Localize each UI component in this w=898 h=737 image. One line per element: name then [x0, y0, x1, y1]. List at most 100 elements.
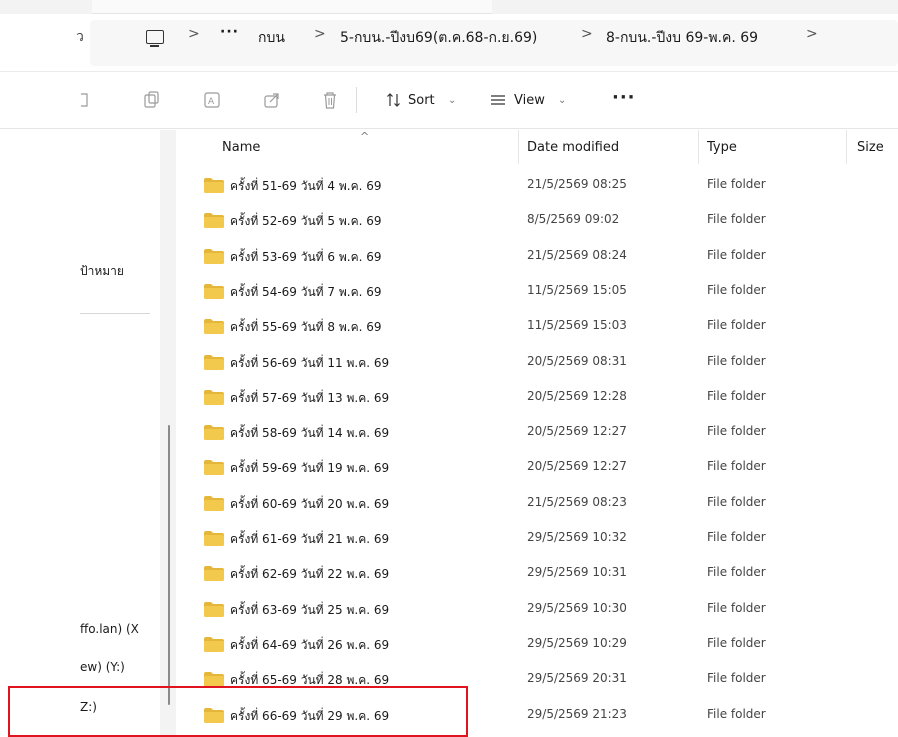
- folder-name: ครั้งที่ 54-69 วันที่ 7 พ.ค. 69: [230, 284, 382, 299]
- item-type: File folder: [707, 565, 766, 580]
- tab-strip: [92, 0, 492, 14]
- folder-icon: [204, 566, 224, 582]
- folder-row[interactable]: ครั้งที่ 55-69 วันที่ 8 พ.ค. 69 11/5/2569…: [176, 311, 898, 340]
- item-type: File folder: [707, 600, 766, 615]
- column-divider[interactable]: [846, 130, 847, 164]
- folder-name: ครั้งที่ 61-69 วันที่ 21 พ.ค. 69: [230, 532, 390, 546]
- item-type: File folder: [707, 706, 766, 721]
- folder-icon: [204, 178, 224, 193]
- folder-name: ครั้งที่ 52-69 วันที่ 5 พ.ค. 69: [230, 214, 382, 229]
- item-type: File folder: [707, 353, 766, 368]
- folder-row[interactable]: ครั้งที่ 52-69 วันที่ 5 พ.ค. 69 8/5/2569 …: [176, 205, 898, 234]
- folder-row[interactable]: ครั้งที่ 63-69 วันที่ 25 พ.ค. 69 29/5/256…: [176, 594, 898, 623]
- folder-name: ครั้งที่ 55-69 วันที่ 8 พ.ค. 69: [230, 320, 382, 335]
- date-modified: 20/5/2569 12:27: [527, 459, 627, 474]
- date-modified: 20/5/2569 12:28: [527, 388, 627, 403]
- folder-name: ครั้งที่ 58-69 วันที่ 14 พ.ค. 69: [230, 426, 390, 441]
- folder-icon: [204, 389, 224, 405]
- folder-row[interactable]: ครั้งที่ 64-69 วันที่ 26 พ.ค. 69 29/5/256…: [176, 629, 898, 658]
- highlight-box: [8, 686, 468, 737]
- folder-row[interactable]: ครั้งที่ 51-69 วันที่ 4 พ.ค. 69 21/5/2569…: [176, 170, 898, 199]
- folder-icon: [204, 636, 224, 652]
- folder-row[interactable]: ครั้งที่ 62-69 วันที่ 22 พ.ค. 69 29/5/256…: [176, 558, 898, 587]
- item-type: File folder: [707, 318, 766, 333]
- column-header-size[interactable]: Size: [857, 140, 884, 155]
- item-type: File folder: [707, 671, 766, 686]
- column-header-type[interactable]: Type: [707, 140, 737, 155]
- folder-icon: [204, 354, 224, 370]
- item-type: File folder: [707, 459, 766, 474]
- folder-row[interactable]: ครั้งที่ 57-69 วันที่ 13 พ.ค. 69 20/5/256…: [176, 382, 898, 411]
- refresh-icon[interactable]: ว: [76, 26, 84, 48]
- view-icon[interactable]: [490, 91, 506, 109]
- folder-row[interactable]: ครั้งที่ 53-69 วันที่ 6 พ.ค. 69 21/5/2569…: [176, 241, 898, 270]
- delete-icon[interactable]: [322, 91, 338, 109]
- folder-icon: [204, 601, 224, 617]
- share-icon[interactable]: [264, 91, 280, 109]
- column-header-date[interactable]: Date modified: [527, 140, 619, 155]
- folder-icon: [204, 248, 224, 264]
- sort-ascending-icon: ^: [360, 130, 370, 143]
- rename-icon[interactable]: A: [204, 91, 220, 109]
- chevron-down-icon: ⌄: [448, 95, 457, 106]
- folder-name: ครั้งที่ 63-69 วันที่ 25 พ.ค. 69: [230, 602, 390, 617]
- sort-icon[interactable]: [386, 91, 402, 109]
- folder-row[interactable]: ครั้งที่ 61-69 วันที่ 21 พ.ค. 69 29/5/256…: [176, 523, 898, 552]
- this-pc-icon[interactable]: [146, 30, 164, 47]
- copy-icon[interactable]: [144, 91, 160, 109]
- nav-item-drive-y[interactable]: ew) (Y:): [80, 660, 160, 674]
- date-modified: 29/5/2569 20:31: [527, 671, 627, 686]
- breadcrumb-item-2[interactable]: 8-กบน.-ปีงบ 69-พ.ค. 69: [606, 27, 758, 49]
- nav-divider: [80, 313, 150, 314]
- item-type: File folder: [707, 494, 766, 509]
- more-options-button[interactable]: ···: [612, 87, 636, 108]
- toolbar-divider: [356, 87, 357, 113]
- date-modified: 29/5/2569 10:32: [527, 530, 627, 544]
- folder-name: ครั้งที่ 62-69 วันที่ 22 พ.ค. 69: [230, 567, 390, 582]
- item-type: File folder: [707, 247, 766, 262]
- folder-name: ครั้งที่ 60-69 วันที่ 20 พ.ค. 69: [230, 496, 390, 511]
- folder-name: ครั้งที่ 59-69 วันที่ 19 พ.ค. 69: [230, 461, 390, 476]
- folder-row[interactable]: ครั้งที่ 60-69 วันที่ 20 พ.ค. 69 21/5/256…: [176, 488, 898, 517]
- command-bar: A Sort ⌄ View ⌄ ···: [0, 73, 898, 129]
- folder-icon: [204, 213, 224, 229]
- date-modified: 29/5/2569 21:23: [527, 706, 627, 721]
- folder-row[interactable]: ครั้งที่ 56-69 วันที่ 11 พ.ค. 69 20/5/256…: [176, 347, 898, 376]
- item-type: File folder: [707, 424, 766, 439]
- date-modified: 29/5/2569 10:30: [527, 600, 627, 615]
- breadcrumb-separator[interactable]: >: [581, 26, 593, 42]
- date-modified: 11/5/2569 15:03: [527, 318, 627, 333]
- column-header-name[interactable]: Name: [222, 140, 260, 155]
- folder-icon: [204, 495, 224, 511]
- nav-item-drive-x[interactable]: ffo.lan) (X: [80, 622, 160, 636]
- folder-row[interactable]: ครั้งที่ 58-69 วันที่ 14 พ.ค. 69 20/5/256…: [176, 417, 898, 446]
- folder-name: ครั้งที่ 64-69 วันที่ 26 พ.ค. 69: [230, 637, 390, 652]
- folder-name: ครั้งที่ 51-69 วันที่ 4 พ.ค. 69: [230, 179, 382, 193]
- breadcrumb-separator[interactable]: >: [314, 26, 326, 42]
- nav-scrollbar[interactable]: [168, 425, 170, 705]
- cut-icon[interactable]: [80, 91, 96, 109]
- folder-icon: [204, 531, 224, 546]
- nav-item-target[interactable]: ป้าหมาย: [80, 262, 160, 281]
- date-modified: 21/5/2569 08:23: [527, 494, 627, 509]
- breadcrumb-item-1[interactable]: 5-กบน.-ปีงบ69(ต.ค.68-ก.ย.69): [340, 27, 537, 49]
- sort-button[interactable]: Sort: [408, 93, 435, 108]
- date-modified: 21/5/2569 08:25: [527, 177, 627, 191]
- breadcrumb-separator[interactable]: >: [188, 26, 200, 42]
- folder-row[interactable]: ครั้งที่ 59-69 วันที่ 19 พ.ค. 69 20/5/256…: [176, 452, 898, 481]
- folder-name: ครั้งที่ 53-69 วันที่ 6 พ.ค. 69: [230, 249, 382, 264]
- folder-row[interactable]: ครั้งที่ 54-69 วันที่ 7 พ.ค. 69 11/5/2569…: [176, 276, 898, 305]
- item-type: File folder: [707, 635, 766, 650]
- item-type: File folder: [707, 530, 766, 544]
- folder-name: ครั้งที่ 56-69 วันที่ 11 พ.ค. 69: [230, 355, 390, 370]
- breadcrumb-separator[interactable]: >: [806, 26, 818, 42]
- breadcrumb-overflow-button[interactable]: ···: [220, 24, 239, 40]
- item-type: File folder: [707, 388, 766, 403]
- date-modified: 29/5/2569 10:29: [527, 635, 627, 650]
- column-divider[interactable]: [518, 130, 519, 164]
- folder-name: ครั้งที่ 57-69 วันที่ 13 พ.ค. 69: [230, 390, 390, 405]
- column-divider[interactable]: [698, 130, 699, 164]
- date-modified: 8/5/2569 09:02: [527, 212, 620, 227]
- breadcrumb-item-0[interactable]: กบน: [258, 27, 285, 49]
- view-button[interactable]: View: [514, 93, 545, 108]
